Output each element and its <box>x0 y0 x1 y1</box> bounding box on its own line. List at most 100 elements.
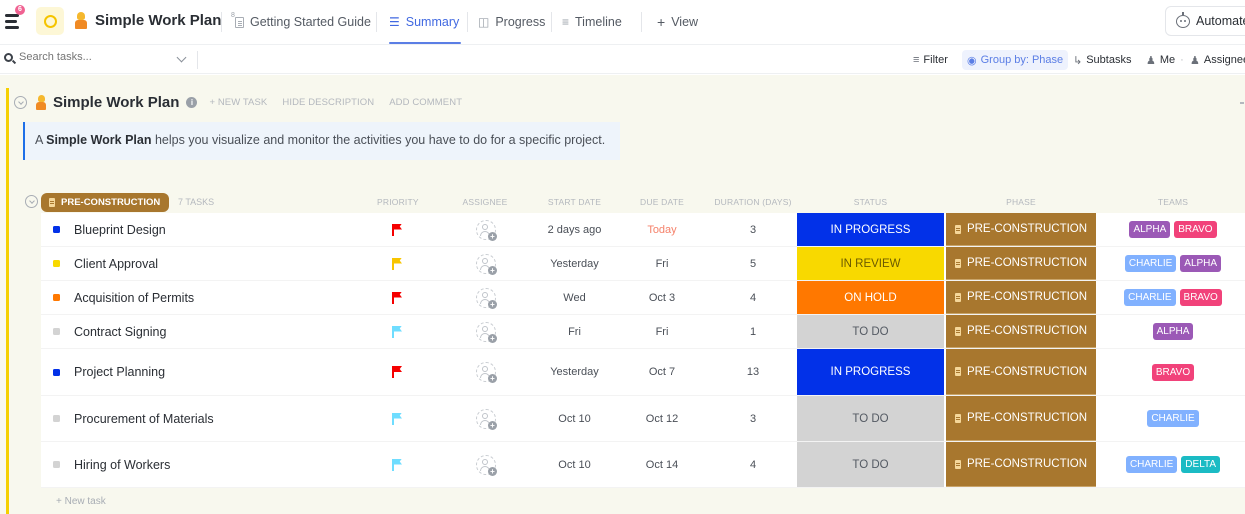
flag-icon[interactable] <box>392 325 402 338</box>
automate-button[interactable]: Automate <box>1165 6 1245 36</box>
table-row[interactable]: Procurement of Materials + Oct 10 Oct 12 3 TO… <box>41 396 1245 442</box>
column-header-assignee[interactable]: ASSIGNEE <box>460 197 510 207</box>
info-icon[interactable]: i <box>186 97 198 108</box>
project-title[interactable]: Simple Work Plan <box>95 12 221 29</box>
phase-cell[interactable]: PRE-CONSTRUCTION <box>946 349 1096 395</box>
status-square-icon[interactable] <box>53 226 60 233</box>
due-date-cell[interactable]: Today <box>632 213 692 246</box>
status-square-icon[interactable] <box>53 260 60 267</box>
start-date-cell[interactable]: Oct 10 <box>542 442 607 487</box>
priority-cell[interactable] <box>377 247 417 280</box>
teams-cell[interactable]: CHARLIE <box>1101 396 1245 441</box>
due-date-cell[interactable]: Fri <box>632 247 692 280</box>
teams-cell[interactable]: CHARLIE DELTA <box>1101 442 1245 487</box>
phase-cell[interactable]: PRE-CONSTRUCTION <box>946 247 1096 280</box>
add-assignee-icon[interactable]: + <box>476 454 497 476</box>
duration-cell[interactable]: 5 <box>708 247 798 280</box>
group-badge[interactable]: PRE-CONSTRUCTION <box>41 193 170 212</box>
column-header-priority[interactable]: PRIORITY <box>377 197 419 207</box>
add-assignee-icon[interactable]: + <box>476 253 497 275</box>
tab-progress[interactable]: ◫ Progress <box>478 0 545 44</box>
flag-icon[interactable] <box>392 223 402 236</box>
add-assignee-icon[interactable]: + <box>476 321 497 343</box>
hide-description-action[interactable]: HIDE DESCRIPTION <box>282 97 374 108</box>
column-header-teams[interactable]: TEAMS <box>1101 197 1245 207</box>
teams-cell[interactable]: ALPHA <box>1101 315 1245 348</box>
status-cell[interactable]: IN REVIEW <box>797 247 944 280</box>
tab-summary[interactable]: ☰ Summary <box>389 0 462 44</box>
flag-icon[interactable] <box>392 412 402 425</box>
column-header-phase[interactable]: PHASE <box>946 197 1096 207</box>
priority-cell[interactable] <box>377 281 417 314</box>
assignees-button[interactable]: ♟ Assignees <box>1190 51 1245 69</box>
start-date-cell[interactable]: Wed <box>542 281 607 314</box>
collapse-icon[interactable] <box>14 96 27 109</box>
task-name[interactable]: Procurement of Materials <box>74 412 214 426</box>
flag-icon[interactable] <box>392 458 402 471</box>
table-row[interactable]: Contract Signing + Fri Fri 1 TO DO PRE-CONSTRU… <box>41 315 1245 349</box>
status-square-icon[interactable] <box>53 294 60 301</box>
task-name[interactable]: Acquisition of Permits <box>74 291 194 305</box>
menu-icon[interactable] <box>5 12 27 32</box>
start-date-cell[interactable]: Oct 10 <box>542 396 607 441</box>
list-description[interactable]: A Simple Work Plan helps you visualize a… <box>23 122 620 160</box>
new-task-button[interactable]: + New task <box>56 496 106 507</box>
subtasks-button[interactable]: ↳ Subtasks <box>1073 51 1131 69</box>
add-assignee-icon[interactable]: + <box>476 287 497 309</box>
task-name-cell[interactable]: Contract Signing <box>53 315 166 348</box>
assignee-cell[interactable]: + <box>466 315 506 348</box>
assignee-cell[interactable]: + <box>466 442 506 487</box>
status-cell[interactable]: TO DO <box>797 396 944 441</box>
start-date-cell[interactable]: Yesterday <box>542 247 607 280</box>
teams-cell[interactable]: CHARLIE BRAVO <box>1101 281 1245 314</box>
team-tag[interactable]: BRAVO <box>1151 363 1195 381</box>
collapse-group-icon[interactable] <box>25 195 38 208</box>
group-by-button[interactable]: ◉ Group by: Phase <box>962 50 1069 70</box>
list-title[interactable]: Simple Work Plan <box>53 94 179 111</box>
chevron-down-icon[interactable] <box>176 52 187 63</box>
team-tag[interactable]: CHARLIE <box>1124 289 1176 306</box>
space-icon[interactable] <box>36 7 64 35</box>
add-assignee-icon[interactable]: + <box>476 408 497 430</box>
duration-cell[interactable]: 4 <box>708 281 798 314</box>
team-tag[interactable]: ALPHA <box>1180 255 1222 272</box>
task-name-cell[interactable]: Acquisition of Permits <box>53 281 194 314</box>
duration-cell[interactable]: 3 <box>708 396 798 441</box>
duration-cell[interactable]: 13 <box>708 349 798 395</box>
status-cell[interactable]: IN PROGRESS <box>797 213 944 246</box>
table-row[interactable]: Hiring of Workers + Oct 10 Oct 14 4 TO DO PRE-… <box>41 442 1245 488</box>
due-date-cell[interactable]: Oct 3 <box>632 281 692 314</box>
due-date-cell[interactable]: Oct 14 <box>632 442 692 487</box>
phase-cell[interactable]: PRE-CONSTRUCTION <box>946 315 1096 348</box>
task-name[interactable]: Client Approval <box>74 257 158 271</box>
flag-icon[interactable] <box>392 366 402 378</box>
due-date-cell[interactable]: Fri <box>632 315 692 348</box>
teams-cell[interactable]: CHARLIE ALPHA <box>1101 247 1245 280</box>
new-task-action[interactable]: + NEW TASK <box>209 97 267 108</box>
assignee-cell[interactable]: + <box>466 349 506 395</box>
teams-cell[interactable]: BRAVO <box>1101 349 1245 395</box>
status-square-icon[interactable] <box>53 328 60 335</box>
duration-cell[interactable]: 3 <box>708 213 798 246</box>
priority-cell[interactable] <box>377 396 417 441</box>
priority-cell[interactable] <box>377 213 417 246</box>
team-tag[interactable]: CHARLIE <box>1124 255 1177 272</box>
due-date-cell[interactable]: Oct 7 <box>632 349 692 395</box>
duration-cell[interactable]: 1 <box>708 315 798 348</box>
status-square-icon[interactable] <box>53 461 60 468</box>
status-cell[interactable]: TO DO <box>797 442 944 487</box>
team-tag[interactable]: ALPHA <box>1152 323 1194 340</box>
due-date-cell[interactable]: Oct 12 <box>632 396 692 441</box>
phase-cell[interactable]: PRE-CONSTRUCTION <box>946 396 1096 441</box>
status-cell[interactable]: TO DO <box>797 315 944 348</box>
task-name[interactable]: Hiring of Workers <box>74 458 170 472</box>
filter-button[interactable]: ≡ Filter <box>913 51 948 69</box>
priority-cell[interactable] <box>377 349 417 395</box>
team-tag[interactable]: CHARLIE <box>1125 456 1178 473</box>
add-view-button[interactable]: + View <box>657 0 698 44</box>
tab-getting-started-guide[interactable]: 8 Getting Started Guide <box>231 0 371 44</box>
start-date-cell[interactable]: Yesterday <box>542 349 607 395</box>
status-cell[interactable]: ON HOLD <box>797 281 944 314</box>
me-button[interactable]: ♟ Me · <box>1146 51 1189 69</box>
duration-cell[interactable]: 4 <box>708 442 798 487</box>
